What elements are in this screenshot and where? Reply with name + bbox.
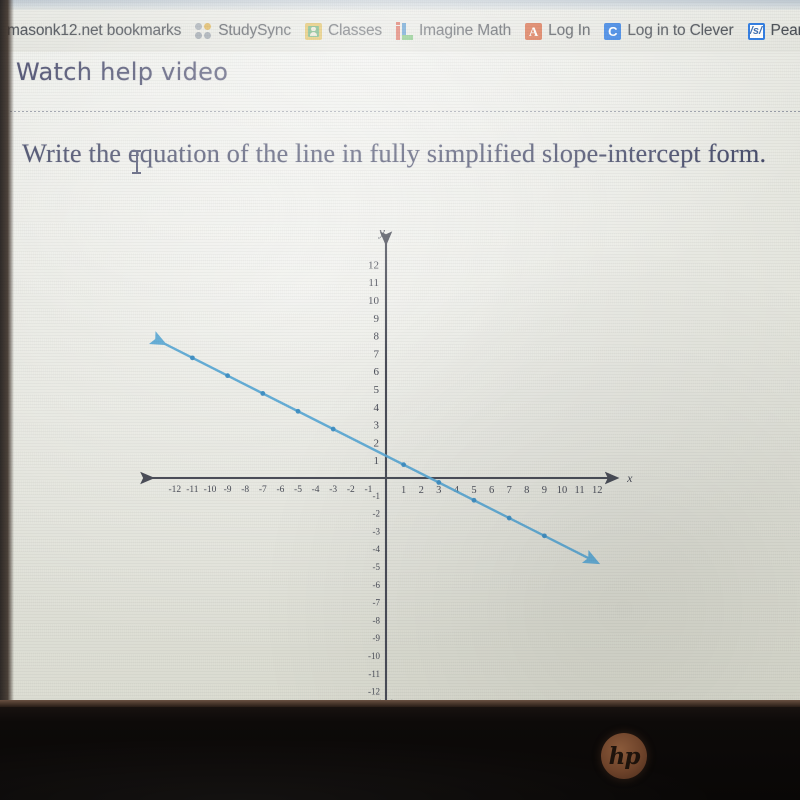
google-classroom-icon bbox=[304, 22, 322, 40]
studysync-dots-icon bbox=[195, 22, 212, 40]
y-tick-label: -7 bbox=[373, 598, 381, 608]
x-tick-label: 5 bbox=[471, 485, 476, 496]
y-tick-label: 12 bbox=[368, 259, 379, 271]
bezel-top-edge bbox=[0, 700, 800, 707]
y-tick-label: -11 bbox=[368, 669, 380, 679]
x-tick-label: 2 bbox=[419, 485, 424, 496]
plotted-point bbox=[190, 355, 195, 361]
x-tick-label: 7 bbox=[507, 485, 512, 496]
bookmark-item-studysync[interactable]: StudySync bbox=[188, 16, 298, 46]
watch-help-video-link[interactable]: Watch help video bbox=[16, 58, 228, 86]
x-tick-label: -1 bbox=[364, 485, 372, 495]
bookmark-item-classes[interactable]: Classes bbox=[298, 16, 389, 46]
pearson-s-icon: /s/ bbox=[747, 22, 765, 40]
y-tick-label: 3 bbox=[374, 420, 380, 432]
bookmark-folder-label: masonk12.net bookmarks bbox=[7, 22, 182, 39]
bookmark-item-clever[interactable]: C Log in to Clever bbox=[597, 16, 740, 46]
x-tick-label: -4 bbox=[312, 485, 320, 495]
plotted-point bbox=[436, 480, 442, 485]
x-tick-label: -2 bbox=[347, 485, 355, 495]
x-tick-label: -12 bbox=[168, 485, 181, 495]
laptop-screen: masonk12.net bookmarks StudySync Classes… bbox=[0, 0, 800, 708]
plotted-point bbox=[330, 426, 336, 432]
y-tick-label: 7 bbox=[374, 348, 380, 360]
x-tick-label: -9 bbox=[224, 485, 232, 495]
bookmark-label-imagine-math: Imagine Math bbox=[419, 22, 512, 39]
x-tick-label: 3 bbox=[436, 485, 441, 496]
bookmark-label-pearson: Pearson bbox=[770, 22, 800, 39]
y-tick-label: -3 bbox=[373, 526, 381, 536]
plotted-point bbox=[295, 408, 301, 414]
bookmark-item-login[interactable]: A Log In bbox=[518, 16, 597, 46]
x-axis-label: x bbox=[626, 471, 633, 485]
plotted-point bbox=[471, 497, 477, 503]
y-tick-label: -2 bbox=[373, 509, 381, 519]
y-tick-label: 9 bbox=[374, 313, 380, 325]
x-tick-label: 9 bbox=[542, 485, 547, 496]
section-divider bbox=[10, 111, 800, 112]
bookmark-item-imagine-math[interactable]: Imagine Math bbox=[389, 16, 518, 46]
bookmark-label-studysync: StudySync bbox=[218, 22, 291, 39]
screen-left-edge bbox=[0, 0, 14, 708]
y-tick-label: -10 bbox=[368, 651, 380, 661]
imagine-math-icon bbox=[396, 21, 414, 40]
y-tick-label: 10 bbox=[368, 295, 380, 307]
plotted-point bbox=[542, 533, 547, 539]
x-tick-label: -3 bbox=[329, 485, 337, 495]
y-tick-label: 1 bbox=[374, 455, 380, 467]
y-axis-label: y bbox=[377, 224, 385, 239]
x-tick-label: -7 bbox=[259, 485, 267, 495]
x-tick-label: -5 bbox=[294, 485, 302, 495]
hp-logo-text: hp bbox=[608, 742, 641, 770]
x-tick-label: -8 bbox=[241, 485, 249, 495]
bookmark-label-clever: Log in to Clever bbox=[627, 22, 734, 39]
y-tick-label: 6 bbox=[374, 366, 380, 378]
y-tick-label: 4 bbox=[374, 402, 380, 414]
y-tick-label: -12 bbox=[368, 687, 380, 697]
x-tick-label: -10 bbox=[204, 485, 217, 495]
coordinate-graph: xy-12-11-10-9-8-7-6-5-4-3-2-112345678910… bbox=[140, 210, 640, 700]
y-tick-label: 8 bbox=[374, 331, 380, 343]
laptop-bezel bbox=[0, 700, 800, 800]
y-tick-label: -8 bbox=[373, 615, 381, 625]
y-tick-label: 2 bbox=[374, 437, 380, 449]
bookmark-folder-masonk12[interactable]: masonk12.net bookmarks bbox=[0, 16, 188, 46]
x-tick-label: 10 bbox=[557, 485, 568, 496]
plotted-point bbox=[225, 373, 230, 379]
y-tick-label: -1 bbox=[373, 491, 381, 501]
bookmark-label-login: Log In bbox=[548, 22, 591, 39]
achieve3000-a-icon: A bbox=[525, 22, 543, 40]
hp-logo-icon: hp bbox=[601, 733, 647, 779]
y-tick-label: -4 bbox=[373, 544, 381, 554]
x-tick-label: -11 bbox=[186, 485, 199, 495]
y-tick-label: -6 bbox=[373, 580, 381, 590]
plotted-point bbox=[260, 391, 266, 396]
y-tick-label: -9 bbox=[373, 633, 381, 643]
graph-svg: xy-12-11-10-9-8-7-6-5-4-3-2-112345678910… bbox=[140, 224, 633, 700]
bookmarks-bar: masonk12.net bookmarks StudySync Classes… bbox=[0, 10, 800, 52]
browser-chrome-strip bbox=[0, 0, 800, 10]
x-tick-label: 12 bbox=[592, 485, 603, 496]
screenshot-root: masonk12.net bookmarks StudySync Classes… bbox=[0, 0, 800, 800]
x-tick-label: -6 bbox=[276, 485, 284, 495]
clever-c-icon: C bbox=[604, 22, 622, 40]
x-tick-label: 8 bbox=[524, 485, 529, 496]
bookmark-item-pearson[interactable]: /s/ Pearson bbox=[741, 16, 800, 46]
y-tick-label: 11 bbox=[368, 277, 379, 289]
plotted-point bbox=[506, 515, 512, 521]
x-tick-label: 1 bbox=[401, 485, 406, 496]
plotted-point bbox=[401, 462, 406, 468]
x-tick-label: 6 bbox=[489, 485, 494, 496]
x-tick-label: 11 bbox=[575, 485, 585, 496]
question-text: Write the equation of the line in fully … bbox=[22, 138, 767, 168]
y-tick-label: 5 bbox=[374, 384, 380, 396]
y-tick-label: -5 bbox=[373, 562, 381, 572]
bookmark-label-classes: Classes bbox=[327, 22, 383, 39]
